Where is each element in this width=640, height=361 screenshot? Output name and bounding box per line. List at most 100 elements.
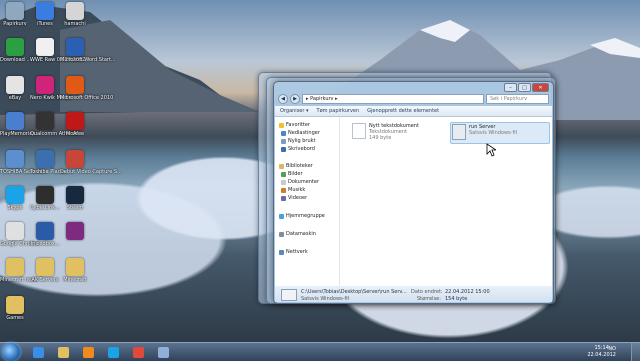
- desktop-icon-label: Skype: [7, 205, 23, 211]
- nav-label: Biblioteker: [286, 163, 313, 169]
- taskbar-chrome-button[interactable]: [128, 344, 148, 360]
- nav-music[interactable]: Musikk: [281, 187, 305, 193]
- forward-button[interactable]: ▶: [290, 93, 300, 104]
- download-icon: [6, 38, 24, 56]
- file-item-selected[interactable]: run Server Satsvis Windows-fil: [450, 122, 550, 144]
- nav-network[interactable]: Nettverk: [279, 249, 308, 255]
- nav-computer[interactable]: Datamaskin: [279, 231, 316, 237]
- desktop-icon-label: Papirkurv: [3, 21, 27, 27]
- file-type: Satsvis Windows-fil: [469, 130, 518, 136]
- desktop-icon-games[interactable]: Games: [0, 296, 30, 321]
- desktop-icon-label: McAfee: [65, 131, 85, 137]
- nav-downloads[interactable]: Nedlastinger: [281, 130, 320, 136]
- show-desktop-button[interactable]: [631, 343, 640, 361]
- itunes-icon: [36, 2, 54, 20]
- nav-recent[interactable]: Nylig brukt: [281, 138, 316, 144]
- desktop-icon-ak-servers[interactable]: AK Servers: [30, 258, 60, 283]
- desktop-icon-office-2010[interactable]: Microsoft Office 2010: [60, 76, 113, 101]
- details-path: C:\Users\Tobias\Desktop\Server\run Serv.…: [301, 289, 407, 295]
- desktop-icon-papirkurv[interactable]: Papirkurv: [0, 2, 30, 27]
- nav-homegroup[interactable]: Hjemmegruppe: [279, 213, 325, 219]
- network-icon: [279, 249, 284, 255]
- start-button[interactable]: [2, 343, 20, 361]
- internet-explorer-icon: [32, 346, 44, 358]
- taskbar: NO 15:14 22.04.2012: [0, 342, 640, 361]
- desktop-icon-label: Minecraft: [63, 277, 87, 283]
- desktop-icon-qualcomm[interactable]: Qualcomm Atheros: [30, 112, 78, 137]
- desktop-icon-toshiba-places[interactable]: Toshiba Places: [30, 150, 67, 175]
- desktop-icon-label: Qualcomm Atheros: [30, 131, 78, 137]
- desktop-icon-skype[interactable]: Skype: [0, 186, 30, 211]
- file-item[interactable]: Nytt tekstdokument Tekstdokument 149 byt…: [352, 123, 419, 141]
- minimize-button[interactable]: –: [504, 83, 517, 92]
- chrome-icon: [132, 346, 144, 358]
- steam-icon: [66, 186, 84, 204]
- nav-favorites[interactable]: Favoritter: [279, 122, 310, 128]
- back-button[interactable]: ◀: [278, 93, 288, 104]
- desktop-icon-wwe-raw[interactable]: WWE Raw 02.20.2012: [30, 38, 85, 63]
- pictures-icon: [281, 171, 286, 177]
- nav-desktop[interactable]: Skrivebord: [281, 146, 315, 152]
- desktop-icon-label: Games: [6, 315, 24, 321]
- desktop-icon-in-codbox[interactable]: In codbox...: [30, 222, 60, 247]
- empty-recycle-bin-button[interactable]: Tøm papirkurven: [317, 108, 360, 114]
- desktop-icon-label: AK Servers: [31, 277, 59, 283]
- taskbar-explorer-button[interactable]: [53, 344, 73, 360]
- desktop-icon-google-chrome[interactable]: Google Chrome: [0, 222, 39, 247]
- details-type: Satsvis Windows-fil: [301, 296, 350, 302]
- taskbar-media-player-button[interactable]: [78, 344, 98, 360]
- office-icon: [66, 76, 84, 94]
- desktop-icon-ebay[interactable]: eBay: [0, 76, 30, 101]
- desktop-icon-label: PlayMemories: [0, 131, 35, 137]
- desktop-icon-toshiba[interactable]: TOSHIBA Service...: [0, 150, 47, 175]
- chrome-icon: [6, 222, 24, 240]
- folder-icon: [66, 258, 84, 276]
- desktop-icon-steam[interactable]: Steam: [60, 186, 90, 211]
- nav-label: Nettverk: [286, 249, 308, 255]
- nav-documents[interactable]: Dokumenter: [281, 179, 319, 185]
- desktop-icon-debut-video[interactable]: Debut Video Capture S...: [60, 150, 122, 175]
- close-button[interactable]: ✕: [532, 83, 549, 92]
- clock[interactable]: 15:14 22.04.2012: [587, 345, 616, 359]
- desktop-icon-label: CyberLink...: [30, 205, 60, 211]
- nav-label: Favoritter: [286, 122, 310, 128]
- desktop-icon-itunes[interactable]: iTunes: [30, 2, 60, 27]
- desktop-icon-word-starter[interactable]: Microsoft Word Start...: [60, 38, 116, 63]
- skype-icon: [6, 186, 24, 204]
- desktop-icon-mcafee[interactable]: McAfee: [60, 112, 90, 137]
- restore-item-button[interactable]: Gjenopprett dette elementet: [367, 108, 439, 114]
- nav-label: Bilder: [288, 171, 303, 177]
- desktop-icon-playmemories[interactable]: PlayMemories: [0, 112, 35, 137]
- taskbar-ie-button[interactable]: [28, 344, 48, 360]
- desktop-icon-label: Toshiba Places: [30, 169, 67, 175]
- window-body: Favoritter Nedlastinger Nylig brukt Skri…: [275, 117, 552, 286]
- nav-pictures[interactable]: Bilder: [281, 171, 303, 177]
- desktop-icon-minecraft[interactable]: Minecraft news: [0, 258, 38, 283]
- nav-label: Datamaskin: [286, 231, 316, 237]
- address-bar[interactable]: ▸ Papirkurv ▸: [302, 93, 484, 104]
- toshiba-icon: [6, 150, 24, 168]
- taskbar-save-button[interactable]: [153, 344, 173, 360]
- taskbar-skype-button[interactable]: [103, 344, 123, 360]
- desktop-icon-cyberlink[interactable]: CyberLink...: [30, 186, 60, 211]
- explorer-window[interactable]: – □ ✕ ◀ ▶ ▸ Papirkurv ▸ Søk i Papirkurv …: [273, 81, 554, 304]
- desktop-icon-nero-kwik[interactable]: Nero Kwik Media: [30, 76, 72, 101]
- organize-button[interactable]: Organiser ▾: [280, 108, 309, 114]
- desktop-icon-minecraft2[interactable]: Minecraft: [60, 258, 90, 283]
- downloads-icon: [281, 130, 286, 136]
- command-bar: Organiser ▾ Tøm papirkurven Gjenopprett …: [275, 106, 552, 117]
- search-input[interactable]: Søk i Papirkurv: [486, 93, 549, 104]
- details-size-label: Størrelse:: [417, 296, 441, 302]
- desktop-icon-winrar[interactable]: [60, 222, 90, 241]
- desktop-icon-download[interactable]: Download ...: [0, 38, 31, 63]
- nav-libraries[interactable]: Biblioteker: [279, 163, 313, 169]
- mouse-cursor-icon: [486, 143, 496, 157]
- maximize-button[interactable]: □: [518, 83, 531, 92]
- cyberlink-icon: [36, 186, 54, 204]
- desktop-icon-label: Minecraft news: [0, 277, 38, 283]
- desktop[interactable]: Papirkurv iTunes hamachi Download ... WWE Ra…: [0, 0, 640, 342]
- nav-label: Musikk: [288, 187, 306, 193]
- desktop-icon-hamachi[interactable]: hamachi: [60, 2, 90, 27]
- clock-date: 22.04.2012: [587, 352, 616, 358]
- nav-videos[interactable]: Videoer: [281, 195, 307, 201]
